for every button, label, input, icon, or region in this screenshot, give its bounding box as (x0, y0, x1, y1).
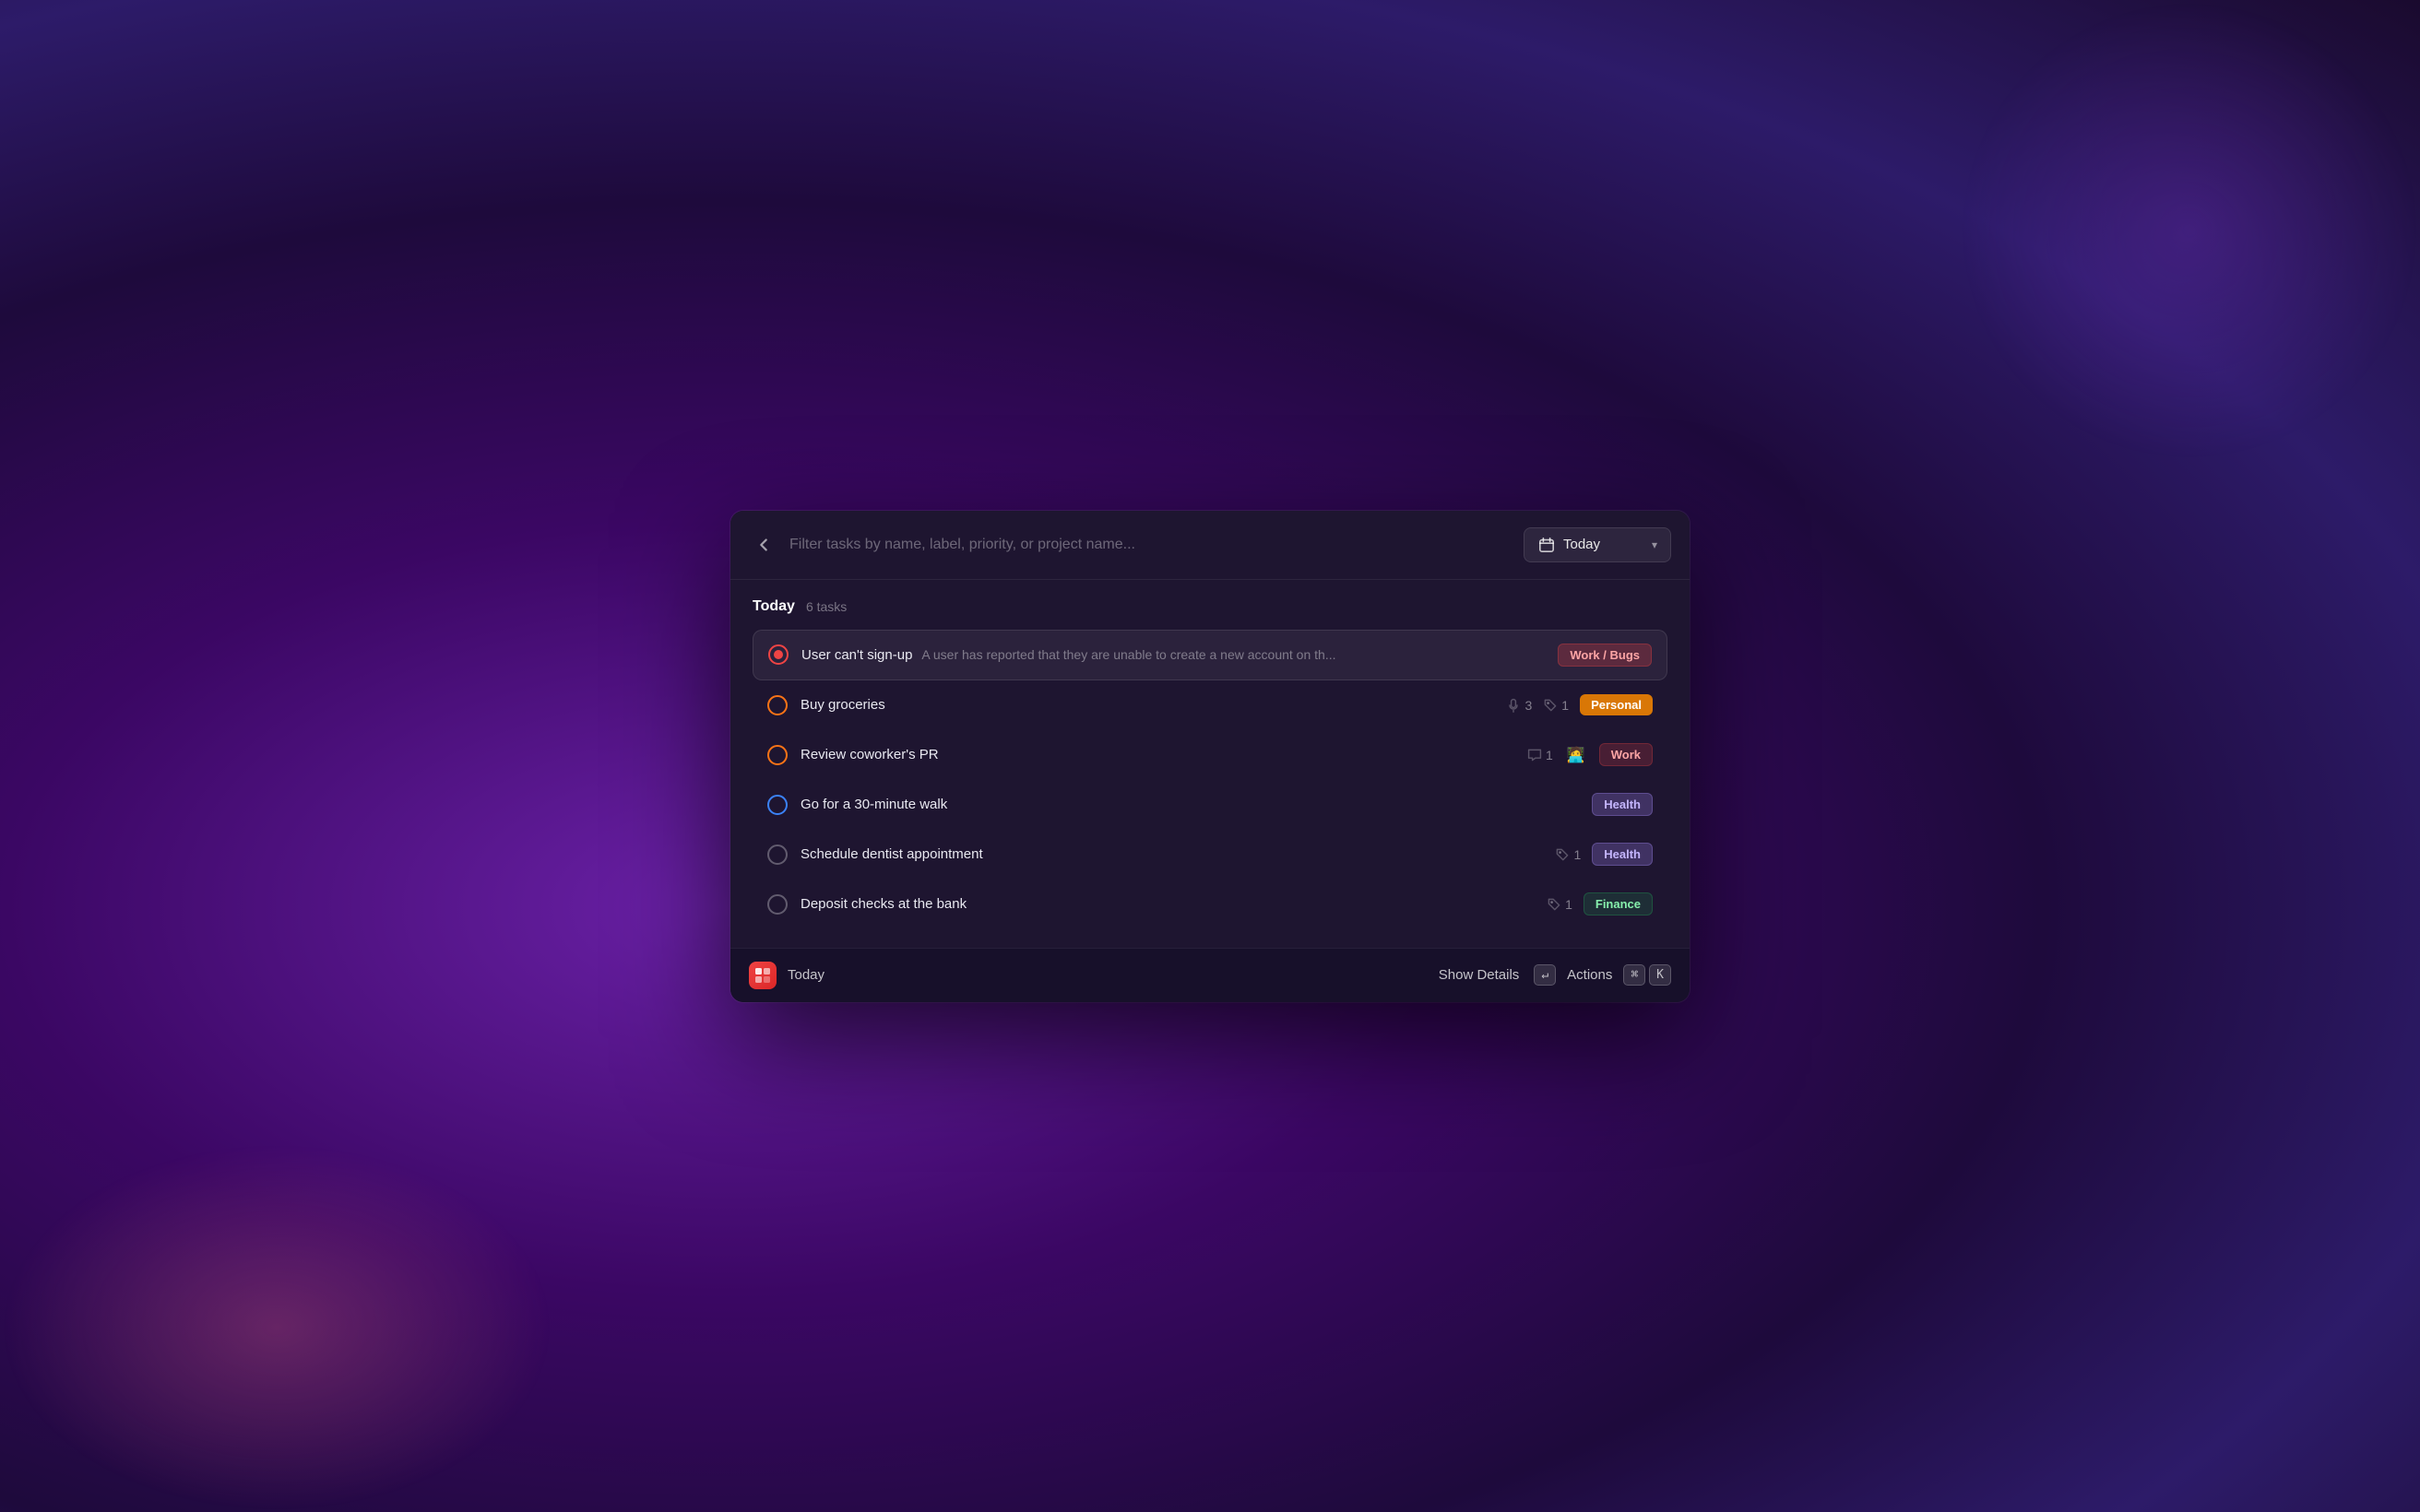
date-label: Today (1563, 537, 1600, 552)
task-circle-1 (768, 644, 789, 665)
task-meta: 3 1 Personal (1506, 694, 1653, 715)
task-description: A user has reported that they are unable… (921, 647, 1335, 662)
task-circle-5 (767, 845, 788, 865)
table-row[interactable]: Review coworker's PR 1 🧑‍💻 Work (753, 730, 1667, 780)
cmd-k-kbd-group: ⌘ K (1623, 964, 1671, 986)
task-title: Deposit checks at the bank (801, 896, 967, 912)
label-badge: Health (1592, 793, 1653, 816)
task-text-group: User can't sign-up A user has reported t… (801, 647, 1545, 663)
table-row[interactable]: User can't sign-up A user has reported t… (753, 630, 1667, 680)
task-circle-2 (767, 695, 788, 715)
calendar-icon (1537, 536, 1556, 554)
task-title: Buy groceries (801, 697, 885, 713)
section-title: Today (753, 598, 795, 615)
section-header: Today 6 tasks (753, 598, 1667, 615)
cmd-key: ⌘ (1623, 964, 1645, 986)
comment-meta: 1 (1527, 748, 1553, 762)
task-circle-6 (767, 894, 788, 915)
footer-right: Show Details ↵ Actions ⌘ K (1435, 962, 1671, 988)
comment-count: 1 (1546, 748, 1553, 762)
task-meta: Work / Bugs (1558, 644, 1652, 667)
task-meta: Health (1592, 793, 1653, 816)
task-list: User can't sign-up A user has reported t… (753, 630, 1667, 929)
show-details-button[interactable]: Show Details (1435, 962, 1524, 988)
search-input[interactable] (789, 537, 1512, 553)
voice-count: 3 (1524, 698, 1532, 713)
search-input-wrap (789, 537, 1512, 553)
enter-key: ↵ (1534, 964, 1556, 986)
task-text-group: Schedule dentist appointment (801, 846, 1542, 862)
task-text-group: Review coworker's PR (801, 747, 1514, 762)
label-badge: Health (1592, 843, 1653, 866)
task-circle-3 (767, 745, 788, 765)
table-row[interactable]: Go for a 30-minute walk Health (753, 780, 1667, 830)
label-badge: Work / Bugs (1558, 644, 1652, 667)
label-badge: Work (1599, 743, 1653, 766)
task-text-group: Buy groceries (801, 697, 1493, 713)
task-text-group: Deposit checks at the bank (801, 896, 1534, 912)
task-title: Schedule dentist appointment (801, 846, 983, 862)
date-selector[interactable]: Today ▾ (1524, 527, 1671, 562)
app-window: Today ▾ Today 6 tasks User can't sign-up… (730, 511, 1690, 1002)
tag-count: 1 (1565, 897, 1572, 912)
chevron-down-icon: ▾ (1652, 538, 1657, 551)
back-button[interactable] (749, 530, 778, 560)
voice-meta: 3 (1506, 698, 1532, 713)
task-title: User can't sign-up (801, 647, 912, 663)
label-badge: Personal (1580, 694, 1653, 715)
content-area: Today 6 tasks User can't sign-up A user … (730, 580, 1690, 948)
tag-count: 1 (1561, 698, 1569, 713)
footer-left: Today (749, 962, 824, 989)
tag-count: 1 (1573, 847, 1581, 862)
label-badge: Finance (1584, 892, 1653, 915)
task-count: 6 tasks (806, 599, 847, 614)
task-meta: 1 🧑‍💻 Work (1527, 743, 1653, 767)
k-key: K (1649, 964, 1671, 986)
task-meta: 1 Finance (1547, 892, 1653, 915)
tag-meta: 1 (1555, 847, 1581, 862)
table-row[interactable]: Buy groceries 3 (753, 680, 1667, 730)
task-meta: 1 Health (1555, 843, 1653, 866)
enter-kbd-group: ↵ (1534, 964, 1556, 986)
footer-bar: Today Show Details ↵ Actions ⌘ K (730, 948, 1690, 1002)
table-row[interactable]: Schedule dentist appointment 1 Health (753, 830, 1667, 880)
tag-meta: 1 (1543, 698, 1569, 713)
avatar: 🧑‍💻 (1564, 743, 1588, 767)
task-title: Review coworker's PR (801, 747, 939, 762)
task-circle-4 (767, 795, 788, 815)
task-title: Go for a 30-minute walk (801, 797, 947, 812)
actions-button[interactable]: Actions (1567, 967, 1612, 983)
task-text-group: Go for a 30-minute walk (801, 797, 1579, 812)
tag-meta: 1 (1547, 897, 1572, 912)
footer-title: Today (788, 967, 824, 983)
search-bar: Today ▾ (730, 511, 1690, 580)
table-row[interactable]: Deposit checks at the bank 1 Finance (753, 880, 1667, 929)
app-logo (749, 962, 777, 989)
